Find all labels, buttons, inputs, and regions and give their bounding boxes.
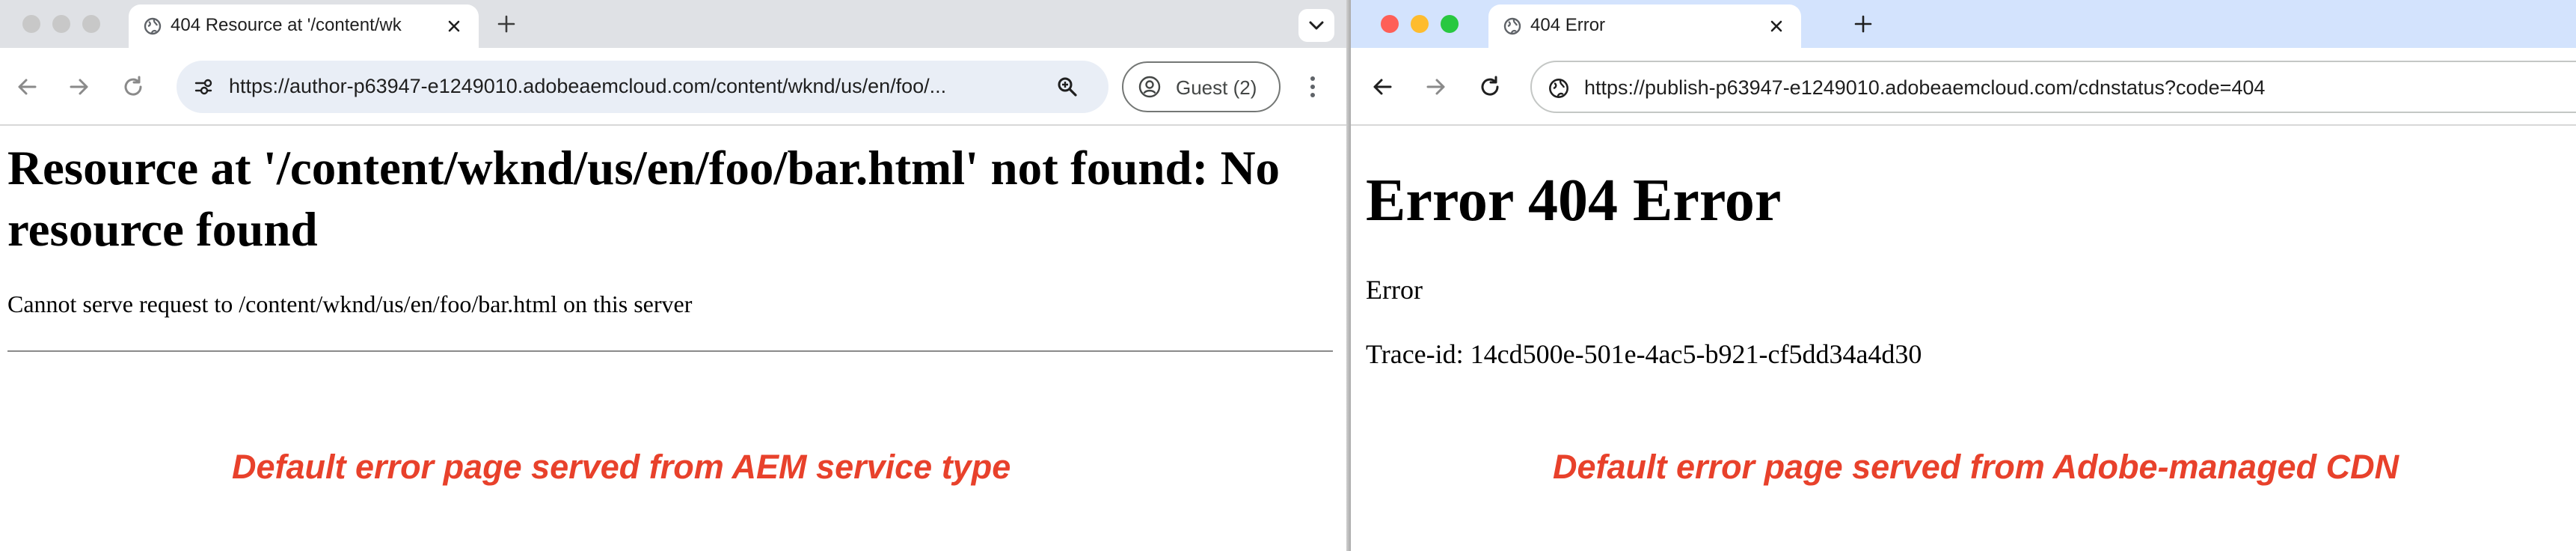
zoom-icon[interactable]: [1056, 76, 1079, 98]
window-maximize-button[interactable]: [82, 15, 100, 33]
reload-icon[interactable]: [120, 73, 147, 100]
left-browser-window: 404 Resource at '/content/wk https://aut…: [0, 0, 1346, 551]
person-icon: [1138, 76, 1161, 98]
tab-strip: 404 Resource at '/content/wk: [0, 0, 1346, 48]
close-tab-icon[interactable]: [1767, 16, 1786, 36]
window-minimize-button[interactable]: [1411, 15, 1429, 33]
url-text: https://publish-p63947-e1249010.adobeaem…: [1584, 76, 2266, 99]
globe-icon: [144, 17, 162, 35]
url-text: https://author-p63947-e1249010.adobeaemc…: [229, 75, 947, 97]
profile-label: Guest (2): [1176, 76, 1257, 99]
address-bar[interactable]: https://publish-p63947-e1249010.adobeaem…: [1530, 61, 2576, 113]
profile-button[interactable]: Guest (2): [1122, 61, 1281, 112]
right-browser-window: 404 Error https://publish-p63947-e124901…: [1351, 0, 2576, 551]
error-label: Error: [1366, 275, 1423, 305]
window-close-button[interactable]: [1381, 15, 1399, 33]
horizontal-rule: [7, 350, 1333, 352]
window-close-button[interactable]: [22, 15, 40, 33]
reload-icon[interactable]: [1476, 73, 1503, 100]
annotation-caption: Default error page served from Adobe-man…: [1553, 448, 2399, 486]
back-icon[interactable]: [13, 73, 40, 100]
globe-icon[interactable]: [1548, 78, 1569, 99]
more-menu-icon[interactable]: [1301, 73, 1324, 100]
tab-active[interactable]: 404 Resource at '/content/wk: [129, 4, 479, 48]
window-minimize-button[interactable]: [52, 15, 70, 33]
browser-toolbar: https://author-p63947-e1249010.adobeaemc…: [0, 48, 1346, 126]
tab-strip: 404 Error: [1351, 0, 2576, 48]
page-content: Error 404 Error Error Trace-id: 14cd500e…: [1351, 127, 2576, 551]
globe-icon: [1503, 17, 1521, 35]
new-tab-icon[interactable]: [495, 13, 518, 35]
page-heading: Resource at '/content/wknd/us/en/foo/bar…: [7, 141, 1281, 257]
tab-search-button[interactable]: [1298, 9, 1334, 42]
trace-id-text: Trace-id: 14cd500e-501e-4ac5-b921-cf5dd3…: [1366, 339, 1922, 369]
error-message: Cannot serve request to /content/wknd/us…: [7, 290, 693, 317]
page-content: Resource at '/content/wknd/us/en/foo/bar…: [0, 127, 1346, 551]
back-icon[interactable]: [1369, 73, 1396, 100]
tab-active[interactable]: 404 Error: [1488, 4, 1801, 48]
tab-title: 404 Error: [1530, 15, 1606, 35]
new-tab-icon[interactable]: [1852, 13, 1874, 35]
window-maximize-button[interactable]: [1441, 15, 1459, 33]
annotation-caption: Default error page served from AEM servi…: [232, 448, 1011, 486]
page-heading: Error 404 Error: [1366, 168, 1782, 234]
address-bar[interactable]: https://author-p63947-e1249010.adobeaemc…: [177, 61, 1108, 113]
tab-title: 404 Resource at '/content/wk: [171, 15, 402, 35]
close-tab-icon[interactable]: [444, 16, 464, 36]
forward-icon[interactable]: [1423, 73, 1450, 100]
site-settings-icon[interactable]: [193, 76, 214, 97]
browser-toolbar: https://publish-p63947-e1249010.adobeaem…: [1351, 48, 2576, 126]
forward-icon[interactable]: [66, 73, 93, 100]
